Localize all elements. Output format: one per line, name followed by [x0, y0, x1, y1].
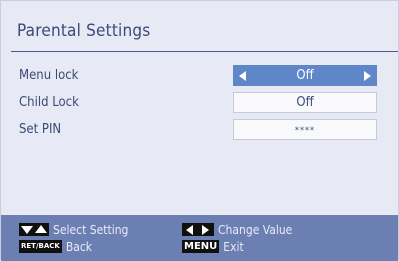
exit-text: Exit — [223, 240, 244, 254]
ret-back-key-icon: RET/BACK — [19, 240, 62, 253]
down-up-keys-icon — [19, 223, 49, 236]
change-value-text: Change Value — [218, 223, 293, 237]
set-pin-label: Set PIN — [19, 122, 62, 137]
parental-settings-dialog: Parental Settings Menu lock Off Child Lo… — [0, 0, 399, 261]
select-setting-text: Select Setting — [53, 223, 129, 237]
arrow-right-icon[interactable] — [364, 71, 371, 81]
page-title: Parental Settings — [17, 21, 151, 41]
select-setting-hint: Select Setting — [19, 223, 128, 237]
left-right-keys-icon — [182, 223, 214, 236]
child-lock-selector[interactable]: Off — [233, 92, 377, 113]
child-lock-value: Off — [296, 95, 314, 110]
pin-value: **** — [294, 126, 316, 136]
menu-key-icon: MENU — [182, 240, 220, 253]
set-pin-field[interactable]: **** — [233, 119, 377, 140]
arrow-left-icon[interactable] — [239, 71, 246, 81]
change-value-hint: Change Value — [182, 223, 292, 237]
title-divider — [11, 51, 398, 52]
back-hint: RET/BACK Back — [19, 240, 92, 254]
menu-lock-selector[interactable]: Off — [233, 65, 377, 86]
child-lock-label: Child Lock — [19, 95, 79, 110]
menu-lock-value: Off — [296, 68, 314, 83]
menu-lock-label: Menu lock — [19, 68, 79, 83]
footer-hint-bar: Select Setting Change Value RET/BACK Back… — [1, 215, 398, 261]
exit-hint: MENU Exit — [182, 240, 244, 254]
back-text: Back — [65, 240, 93, 254]
